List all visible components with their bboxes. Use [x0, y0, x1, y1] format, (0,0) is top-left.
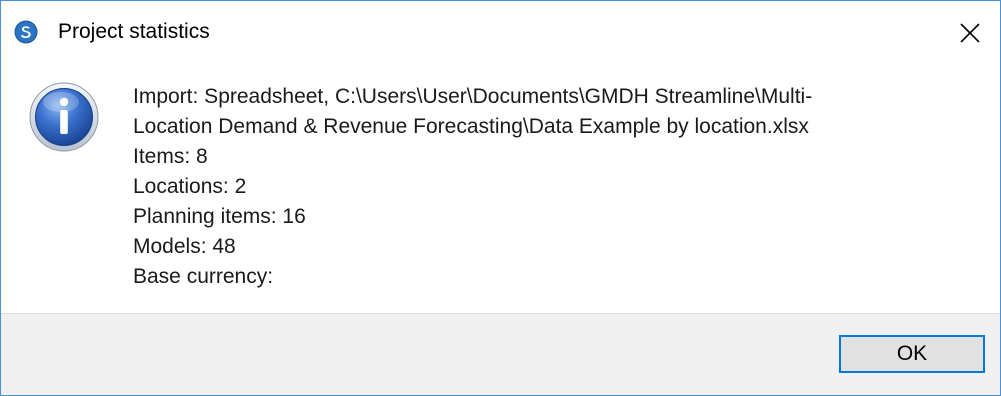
planning-items-count: Planning items: 16	[133, 205, 306, 228]
ok-button[interactable]: OK	[839, 335, 985, 373]
locations-count: Locations: 2	[133, 175, 247, 198]
dialog-title: Project statistics	[58, 20, 210, 43]
info-icon	[29, 82, 99, 152]
close-button[interactable]	[952, 15, 988, 51]
models-count: Models: 48	[133, 235, 236, 258]
base-currency: Base currency:	[133, 265, 274, 288]
project-statistics-dialog: Project statistics Import: Spreadsheet, …	[0, 0, 1001, 396]
dialog-footer: OK	[1, 313, 1000, 395]
items-count: Items: 8	[133, 145, 208, 168]
title-bar[interactable]: Project statistics	[1, 1, 1000, 63]
import-line-2: Location Demand & Revenue Forecasting\Da…	[133, 115, 809, 138]
import-line-1: Import: Spreadsheet, C:\Users\User\Docum…	[133, 85, 813, 108]
statistics-message: Import: Spreadsheet, C:\Users\User\Docum…	[133, 82, 973, 292]
close-icon	[960, 23, 980, 43]
streamline-logo-icon	[14, 20, 38, 44]
dialog-content: Import: Spreadsheet, C:\Users\User\Docum…	[1, 63, 1000, 311]
